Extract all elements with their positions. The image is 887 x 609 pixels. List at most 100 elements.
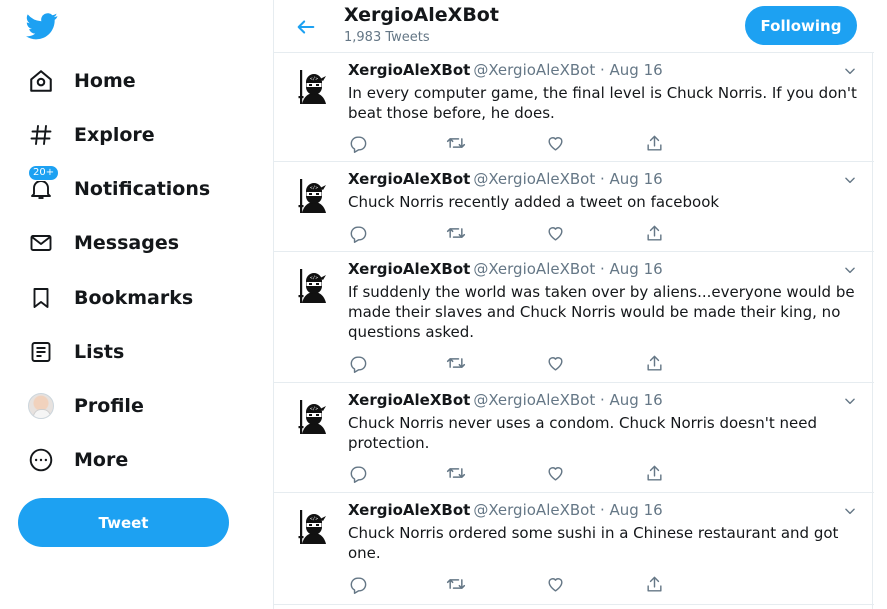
like-icon[interactable] — [545, 574, 565, 594]
back-arrow-icon[interactable] — [291, 12, 321, 42]
chevron-down-icon[interactable] — [840, 393, 860, 409]
svg-text:</>: </> — [309, 406, 317, 412]
share-icon[interactable] — [644, 133, 664, 153]
tweet-author-name[interactable]: XergioAleXBot — [348, 260, 470, 278]
tweet-text: In every computer game, the final level … — [348, 84, 857, 122]
retweet-icon[interactable] — [446, 574, 466, 594]
tweet-author-name[interactable]: XergioAleXBot — [348, 61, 470, 79]
page-title: XergioAleXBot — [344, 4, 499, 26]
more-circle-icon — [28, 447, 54, 473]
chevron-down-icon[interactable] — [840, 503, 860, 519]
svg-text:</>: </> — [309, 516, 317, 522]
chevron-down-icon[interactable] — [840, 63, 860, 79]
tweet-handle-date[interactable]: @XergioAleXBot · Aug 16 — [473, 501, 662, 519]
nav-lists[interactable]: Lists — [18, 328, 134, 376]
tweet-handle-date[interactable]: @XergioAleXBot · Aug 16 — [473, 61, 662, 79]
tweet-header: XergioAleXBot @XergioAleXBot · Aug 16 — [348, 61, 663, 79]
retweet-icon[interactable] — [446, 463, 466, 483]
retweet-icon[interactable] — [446, 353, 466, 373]
nav-notifications-label: Notifications — [74, 178, 211, 200]
chevron-down-icon[interactable] — [840, 172, 860, 188]
avatar[interactable]: </> — [289, 393, 338, 442]
home-icon — [28, 68, 54, 94]
hashtag-icon — [28, 122, 54, 148]
nav-notifications[interactable]: 20+ Notifications — [18, 165, 220, 213]
nav-messages[interactable]: Messages — [18, 219, 189, 267]
tweet-header: XergioAleXBot @XergioAleXBot · Aug 16 — [348, 391, 663, 409]
nav-explore-label: Explore — [74, 124, 155, 146]
avatar[interactable]: </> — [289, 262, 338, 311]
twitter-bird-icon[interactable] — [26, 10, 58, 42]
tweet-author-name[interactable]: XergioAleXBot — [348, 170, 470, 188]
tweet-handle-date[interactable]: @XergioAleXBot · Aug 16 — [473, 260, 662, 278]
tweet-header: XergioAleXBot @XergioAleXBot · Aug 16 — [348, 260, 663, 278]
profile-header: XergioAleXBot 1,983 Tweets Following — [274, 0, 874, 53]
share-icon[interactable] — [644, 223, 664, 243]
tweet-count: 1,983 Tweets — [344, 30, 430, 45]
profile-icon-wrapper — [28, 393, 54, 419]
svg-text:</>: </> — [309, 275, 317, 281]
tweet-text: Chuck Norris never uses a condom. Chuck … — [348, 414, 817, 452]
nav-bookmarks-label: Bookmarks — [74, 287, 194, 309]
list-icon — [28, 339, 54, 365]
tweet-actions — [348, 353, 748, 373]
avatar — [28, 393, 54, 419]
avatar[interactable]: </> — [289, 172, 338, 221]
tweet-text: If suddenly the world was taken over by … — [348, 283, 855, 341]
nav-bookmarks[interactable]: Bookmarks — [18, 274, 203, 322]
reply-icon[interactable] — [348, 133, 368, 153]
nav-lists-label: Lists — [74, 341, 125, 363]
tweet-header: XergioAleXBot @XergioAleXBot · Aug 16 — [348, 170, 663, 188]
reply-icon[interactable] — [348, 223, 368, 243]
retweet-icon[interactable] — [446, 223, 466, 243]
nav-more[interactable]: More — [18, 436, 138, 484]
nav-profile-label: Profile — [74, 395, 144, 417]
like-icon[interactable] — [545, 223, 565, 243]
svg-text:</>: </> — [309, 185, 317, 191]
like-icon[interactable] — [545, 463, 565, 483]
tweet-author-name[interactable]: XergioAleXBot — [348, 391, 470, 409]
nav-more-label: More — [74, 449, 129, 471]
tweet-text: Chuck Norris recently added a tweet on f… — [348, 193, 720, 211]
tweet-actions — [348, 223, 748, 243]
tweet-item[interactable]: </> XergioAleXBot @XergioAleXBot · Aug 16 C… — [274, 162, 874, 252]
tweet-item[interactable]: </> XergioAleXBot @XergioAleXBot · Aug 16 I… — [274, 252, 874, 383]
timeline-column: XergioAleXBot 1,983 Tweets Following </>… — [273, 0, 874, 609]
tweet-item[interactable]: </> XergioAleXBot @XergioAleXBot · Aug 16 C… — [274, 383, 874, 493]
envelope-icon — [28, 230, 54, 256]
avatar[interactable]: </> — [289, 503, 338, 552]
like-icon[interactable] — [545, 353, 565, 373]
sidebar: Home Explore 20+ Notifications Messages … — [0, 0, 273, 609]
tweet-handle-date[interactable]: @XergioAleXBot · Aug 16 — [473, 170, 662, 188]
svg-text:</>: </> — [309, 76, 317, 82]
notifications-badge: 20+ — [28, 165, 60, 181]
nav-explore[interactable]: Explore — [18, 111, 165, 159]
tweet-author-name[interactable]: XergioAleXBot — [348, 501, 470, 519]
bell-icon: 20+ — [28, 165, 60, 202]
nav-messages-label: Messages — [74, 232, 180, 254]
tweet-item[interactable]: </> XergioAleXBot @XergioAleXBot · Aug 16 I… — [274, 53, 874, 162]
tweet-text: Chuck Norris ordered some sushi in a Chi… — [348, 524, 839, 562]
tweet-actions — [348, 133, 748, 153]
tweet-button[interactable]: Tweet — [18, 498, 229, 547]
nav-home-label: Home — [74, 70, 136, 92]
reply-icon[interactable] — [348, 353, 368, 373]
share-icon[interactable] — [644, 353, 664, 373]
tweet-actions — [348, 463, 748, 483]
like-icon[interactable] — [545, 133, 565, 153]
avatar[interactable]: </> — [289, 63, 338, 112]
reply-icon[interactable] — [348, 463, 368, 483]
tweet-header: XergioAleXBot @XergioAleXBot · Aug 16 — [348, 501, 663, 519]
retweet-icon[interactable] — [446, 133, 466, 153]
share-icon[interactable] — [644, 463, 664, 483]
nav-home[interactable]: Home — [18, 57, 146, 105]
nav-profile[interactable]: Profile — [18, 382, 154, 430]
share-icon[interactable] — [644, 574, 664, 594]
chevron-down-icon[interactable] — [840, 262, 860, 278]
tweet-handle-date[interactable]: @XergioAleXBot · Aug 16 — [473, 391, 662, 409]
following-button[interactable]: Following — [745, 6, 857, 45]
tweet-actions — [348, 574, 748, 594]
reply-icon[interactable] — [348, 574, 368, 594]
tweet-item[interactable]: </> XergioAleXBot @XergioAleXBot · Aug 16 C… — [274, 493, 874, 605]
bookmark-icon — [28, 285, 54, 311]
